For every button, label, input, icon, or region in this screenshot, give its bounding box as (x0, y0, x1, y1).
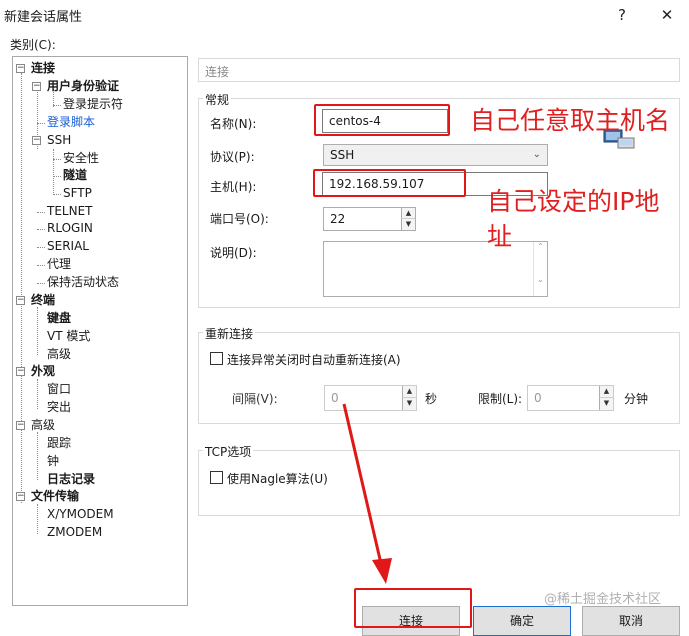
panel-header: 连接 (198, 58, 680, 82)
limit-unit: 分钟 (624, 392, 649, 406)
help-button[interactable]: ? (610, 4, 634, 26)
textarea-scrollbar[interactable]: ⌃ ⌄ (533, 242, 547, 296)
spin-down-icon[interactable]: ▼ (402, 398, 416, 410)
protocol-label: 协议(P): (210, 150, 255, 164)
tree-item-terminal[interactable]: 终端 (31, 292, 55, 308)
expand-toggle-icon[interactable]: − (16, 367, 25, 376)
watermark: @稀土掘金技术社区 (544, 592, 662, 607)
auto-reconnect-label: 连接异常关闭时自动重新连接(A) (227, 353, 401, 367)
category-label: 类别(C): (10, 38, 56, 52)
reconnect-group-title: 重新连接 (203, 325, 256, 342)
port-spinner[interactable]: 22 ▲ ▼ (323, 207, 416, 231)
tree-item-sftp[interactable]: SFTP (63, 185, 92, 201)
window-title: 新建会话属性 (4, 10, 83, 25)
description-textarea[interactable]: ⌃ ⌄ (323, 241, 548, 297)
interval-label: 间隔(V): (232, 392, 278, 406)
protocol-value: SSH (330, 148, 355, 162)
ip-annotation-line1: 自己设定的IP地 (487, 187, 660, 216)
name-highlight-box (314, 104, 450, 136)
tree-item-serial[interactable]: SERIAL (47, 238, 89, 254)
tree-item-window[interactable]: 窗口 (47, 381, 71, 397)
arrow-annotation-icon (342, 403, 392, 584)
spin-up-icon[interactable]: ▲ (402, 386, 416, 398)
tree-item-advanced[interactable]: 高级 (47, 346, 71, 362)
tree-item-login-script[interactable]: 登录脚本 (47, 114, 95, 130)
tree-item-bell[interactable]: 钟 (47, 453, 59, 469)
protocol-select[interactable]: SSH ⌄ (323, 144, 548, 166)
interval-unit: 秒 (425, 392, 438, 406)
tree-item-logging[interactable]: 日志记录 (47, 471, 95, 487)
host-label: 主机(H): (210, 180, 257, 194)
tree-item-zmodem[interactable]: ZMODEM (47, 524, 102, 540)
port-label: 端口号(O): (210, 212, 269, 226)
tree-item-advanced2[interactable]: 高级 (31, 417, 55, 433)
description-label: 说明(D): (210, 246, 257, 260)
tree-item-trace[interactable]: 跟踪 (47, 435, 71, 451)
tree-item-file-transfer[interactable]: 文件传输 (31, 488, 79, 504)
chevron-down-icon: ⌄ (532, 149, 541, 160)
limit-label: 限制(L): (478, 392, 523, 406)
name-label: 名称(N): (210, 117, 257, 131)
nagle-label: 使用Nagle算法(U) (227, 472, 328, 486)
tree-item-keepalive[interactable]: 保持活动状态 (47, 274, 119, 290)
expand-toggle-icon[interactable]: − (16, 421, 25, 430)
title-bar: 新建会话属性 ? ✕ (0, 0, 689, 30)
connect-highlight-box (354, 588, 472, 628)
auto-reconnect-checkbox[interactable] (210, 352, 223, 365)
spin-down-icon[interactable]: ▼ (599, 398, 613, 410)
expand-toggle-icon[interactable]: − (32, 82, 41, 91)
expand-toggle-icon[interactable]: − (16, 296, 25, 305)
name-annotation: 自己任意取主机名 (470, 106, 671, 135)
category-tree[interactable]: − 连接 − 用户身份验证 登录提示符 登录脚本 − SSH 安全性 隧道 SF… (12, 56, 188, 606)
limit-value: 0 (534, 391, 542, 405)
tree-item-rlogin[interactable]: RLOGIN (47, 220, 93, 236)
spin-up-icon[interactable]: ▲ (401, 208, 415, 219)
tree-item-vt-mode[interactable]: VT 模式 (47, 328, 90, 344)
tree-item-connection[interactable]: 连接 (31, 60, 55, 76)
spin-up-icon[interactable]: ▲ (599, 386, 613, 398)
tree-item-login-prompt[interactable]: 登录提示符 (63, 96, 123, 112)
tree-item-security[interactable]: 安全性 (63, 150, 99, 166)
expand-toggle-icon[interactable]: − (16, 492, 25, 501)
tcp-group-title: TCP选项 (203, 443, 254, 460)
ok-button[interactable]: 确定 (473, 606, 571, 636)
cancel-button[interactable]: 取消 (582, 606, 680, 636)
general-group-title: 常规 (203, 91, 232, 108)
tree-item-ssh[interactable]: SSH (47, 132, 71, 148)
tree-item-keyboard[interactable]: 键盘 (47, 310, 71, 326)
tree-item-proxy[interactable]: 代理 (47, 256, 71, 272)
expand-toggle-icon[interactable]: − (16, 64, 25, 73)
tree-item-auth[interactable]: 用户身份验证 (47, 78, 119, 94)
tree-item-telnet[interactable]: TELNET (47, 203, 93, 219)
tree-item-highlight[interactable]: 突出 (47, 399, 71, 415)
tree-item-tunnel[interactable]: 隧道 (63, 167, 87, 183)
limit-spinner[interactable]: 0 ▲ ▼ (527, 385, 614, 411)
host-highlight-box (313, 169, 466, 197)
tree-item-xymodem[interactable]: X/YMODEM (47, 506, 114, 522)
spin-down-icon[interactable]: ▼ (401, 219, 415, 230)
nagle-checkbox[interactable] (210, 471, 223, 484)
ip-annotation-line2: 址 (487, 222, 513, 251)
port-value: 22 (330, 212, 346, 226)
expand-toggle-icon[interactable]: − (32, 136, 41, 145)
tree-item-appearance[interactable]: 外观 (31, 363, 55, 379)
close-button[interactable]: ✕ (655, 4, 679, 26)
